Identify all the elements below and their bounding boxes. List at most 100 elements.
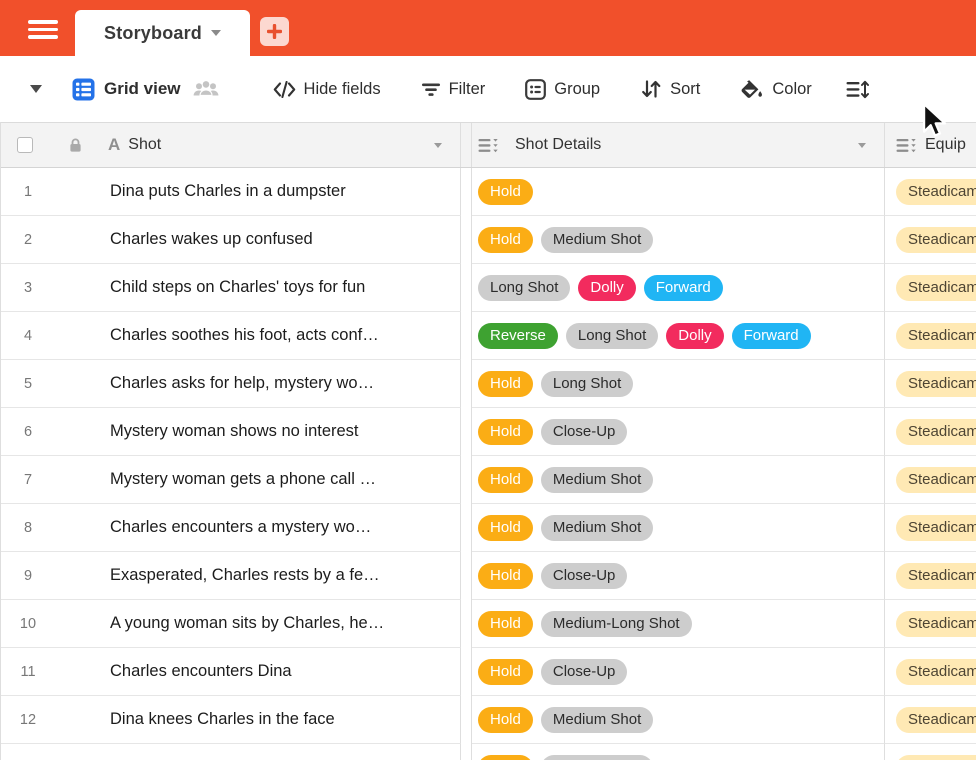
select-all-checkbox[interactable] xyxy=(17,137,33,153)
equipment-cell[interactable]: Steadicam xyxy=(885,312,976,360)
tag-close-up: Close-Up xyxy=(540,562,628,589)
tag-hold: Hold xyxy=(478,370,533,397)
shot-cell[interactable]: 1 Dina puts Charles in a dumpster xyxy=(0,168,461,216)
equipment-cell[interactable]: Steadicam xyxy=(885,408,976,456)
row-number: 4 xyxy=(23,327,33,344)
shot-cell[interactable]: 8 Charles encounters a mystery wo… xyxy=(0,504,461,552)
plus-icon xyxy=(267,24,282,39)
tag-hold: Hold xyxy=(478,514,533,541)
view-sidebar-toggle-icon[interactable] xyxy=(30,85,42,93)
shot-cell[interactable]: 2 Charles wakes up confused xyxy=(0,216,461,264)
shot-cell[interactable]: 13 xyxy=(0,744,461,760)
view-name[interactable]: Grid view xyxy=(104,79,181,99)
tag-medium-shot: Medium Shot xyxy=(540,514,654,541)
shot-cell[interactable]: 10 A young woman sits by Charles, he… xyxy=(0,600,461,648)
row-height-button[interactable] xyxy=(846,80,869,99)
grid-view-icon[interactable] xyxy=(72,78,95,101)
tag-hold: Hold xyxy=(478,754,533,760)
equipment-cell[interactable]: Steadicam xyxy=(885,168,976,216)
row-height-icon xyxy=(846,80,869,98)
equipment-cell[interactable]: Steadicam xyxy=(885,696,976,744)
equipment-column-header[interactable]: Equip xyxy=(885,123,976,167)
equipment-cell[interactable]: Steadicam xyxy=(885,552,976,600)
details-cell[interactable]: Hold Close-Up xyxy=(472,648,885,696)
row-number: 1 xyxy=(23,183,33,200)
shot-cell[interactable]: 9 Exasperated, Charles rests by a fe… xyxy=(0,552,461,600)
shot-cell[interactable]: 6 Mystery woman shows no interest xyxy=(0,408,461,456)
tag-hold: Hold xyxy=(478,178,533,205)
table-row[interactable]: 3 Child steps on Charles' toys for fun L… xyxy=(0,264,976,312)
equipment-cell[interactable]: Steadicam xyxy=(885,600,976,648)
details-cell[interactable]: Hold Medium Shot xyxy=(472,744,885,760)
table-row[interactable]: 13 Hold Medium Shot Steadicam xyxy=(0,744,976,760)
shot-cell[interactable]: 11 Charles encounters Dina xyxy=(0,648,461,696)
details-cell[interactable]: Hold Medium-Long Shot xyxy=(472,600,885,648)
equipment-cell[interactable]: Steadicam xyxy=(885,264,976,312)
tag-steadicam: Steadicam xyxy=(896,178,976,205)
details-cell[interactable]: Hold xyxy=(472,168,885,216)
table-row[interactable]: 8 Charles encounters a mystery wo… Hold M… xyxy=(0,504,976,552)
shot-cell[interactable]: 12 Dina knees Charles in the face xyxy=(0,696,461,744)
column-menu-chevron-icon[interactable] xyxy=(858,142,866,148)
column-menu-chevron-icon[interactable] xyxy=(434,142,442,148)
tag-steadicam: Steadicam xyxy=(896,658,976,685)
table-row[interactable]: 11 Charles encounters Dina Hold Close-Up … xyxy=(0,648,976,696)
row-number: 8 xyxy=(23,519,33,536)
color-button[interactable]: Color xyxy=(740,79,812,99)
shot-cell[interactable]: 7 Mystery woman gets a phone call … xyxy=(0,456,461,504)
shot-cell[interactable]: 5 Charles asks for help, mystery wo… xyxy=(0,360,461,408)
shot-cell[interactable]: 3 Child steps on Charles' toys for fun xyxy=(0,264,461,312)
details-cell[interactable]: Long Shot Dolly Forward xyxy=(472,264,885,312)
sort-label: Sort xyxy=(670,79,701,98)
top-bar: Storyboard xyxy=(0,0,976,56)
tag-steadicam: Steadicam xyxy=(896,610,976,637)
equipment-cell[interactable]: Steadicam xyxy=(885,216,976,264)
group-button[interactable]: Group xyxy=(525,78,600,100)
equipment-cell[interactable]: Steadicam xyxy=(885,456,976,504)
details-cell[interactable]: Reverse Long Shot Dolly Forward xyxy=(472,312,885,360)
tag-steadicam: Steadicam xyxy=(896,226,976,253)
details-cell[interactable]: Hold Medium Shot xyxy=(472,216,885,264)
frozen-column-divider xyxy=(461,648,472,696)
shot-cell[interactable]: 4 Charles soothes his foot, acts conf… xyxy=(0,312,461,360)
tag-steadicam: Steadicam xyxy=(896,466,976,493)
table-row[interactable]: 12 Dina knees Charles in the face Hold Me… xyxy=(0,696,976,744)
table-row[interactable]: 1 Dina puts Charles in a dumpster Hold S… xyxy=(0,168,976,216)
table-row[interactable]: 10 A young woman sits by Charles, he… Ho… xyxy=(0,600,976,648)
details-cell[interactable]: Hold Long Shot xyxy=(472,360,885,408)
sort-button[interactable]: Sort xyxy=(640,79,700,99)
hamburger-menu-icon[interactable] xyxy=(28,20,58,39)
hide-fields-icon xyxy=(273,80,295,98)
shot-details-column-header[interactable]: Shot Details xyxy=(472,123,885,167)
details-cell[interactable]: Hold Medium Shot xyxy=(472,504,885,552)
add-table-button[interactable] xyxy=(260,17,289,46)
tag-close-up: Close-Up xyxy=(540,418,628,445)
table-row[interactable]: 5 Charles asks for help, mystery wo… Hol… xyxy=(0,360,976,408)
tab-storyboard[interactable]: Storyboard xyxy=(75,10,250,56)
hide-fields-button[interactable]: Hide fields xyxy=(273,80,381,99)
table-row[interactable]: 2 Charles wakes up confused Hold Medium S… xyxy=(0,216,976,264)
details-cell[interactable]: Hold Medium Shot xyxy=(472,456,885,504)
row-number: 3 xyxy=(23,279,33,296)
table-row[interactable]: 6 Mystery woman shows no interest Hold Cl… xyxy=(0,408,976,456)
color-label: Color xyxy=(772,79,812,98)
details-cell[interactable]: Hold Close-Up xyxy=(472,408,885,456)
tag-steadicam: Steadicam xyxy=(896,418,976,445)
tab-title: Storyboard xyxy=(103,22,202,43)
shot-text: Dina knees Charles in the face xyxy=(110,710,335,728)
shot-column-header[interactable]: A Shot xyxy=(0,123,461,167)
table-row[interactable]: 9 Exasperated, Charles rests by a fe… Ho… xyxy=(0,552,976,600)
filter-button[interactable]: Filter xyxy=(421,80,485,99)
tag-hold: Hold xyxy=(478,418,533,445)
table-row[interactable]: 4 Charles soothes his foot, acts conf… R… xyxy=(0,312,976,360)
details-cell[interactable]: Hold Medium Shot xyxy=(472,696,885,744)
details-cell[interactable]: Hold Close-Up xyxy=(472,552,885,600)
equipment-cell[interactable]: Steadicam xyxy=(885,648,976,696)
equipment-cell[interactable]: Steadicam xyxy=(885,504,976,552)
lock-icon xyxy=(69,138,82,153)
equipment-cell[interactable]: Steadicam xyxy=(885,744,976,760)
table-row[interactable]: 7 Mystery woman gets a phone call … Hold… xyxy=(0,456,976,504)
frozen-column-divider[interactable] xyxy=(461,123,472,167)
equipment-cell[interactable]: Steadicam xyxy=(885,360,976,408)
column-label-equipment: Equip xyxy=(925,136,966,153)
